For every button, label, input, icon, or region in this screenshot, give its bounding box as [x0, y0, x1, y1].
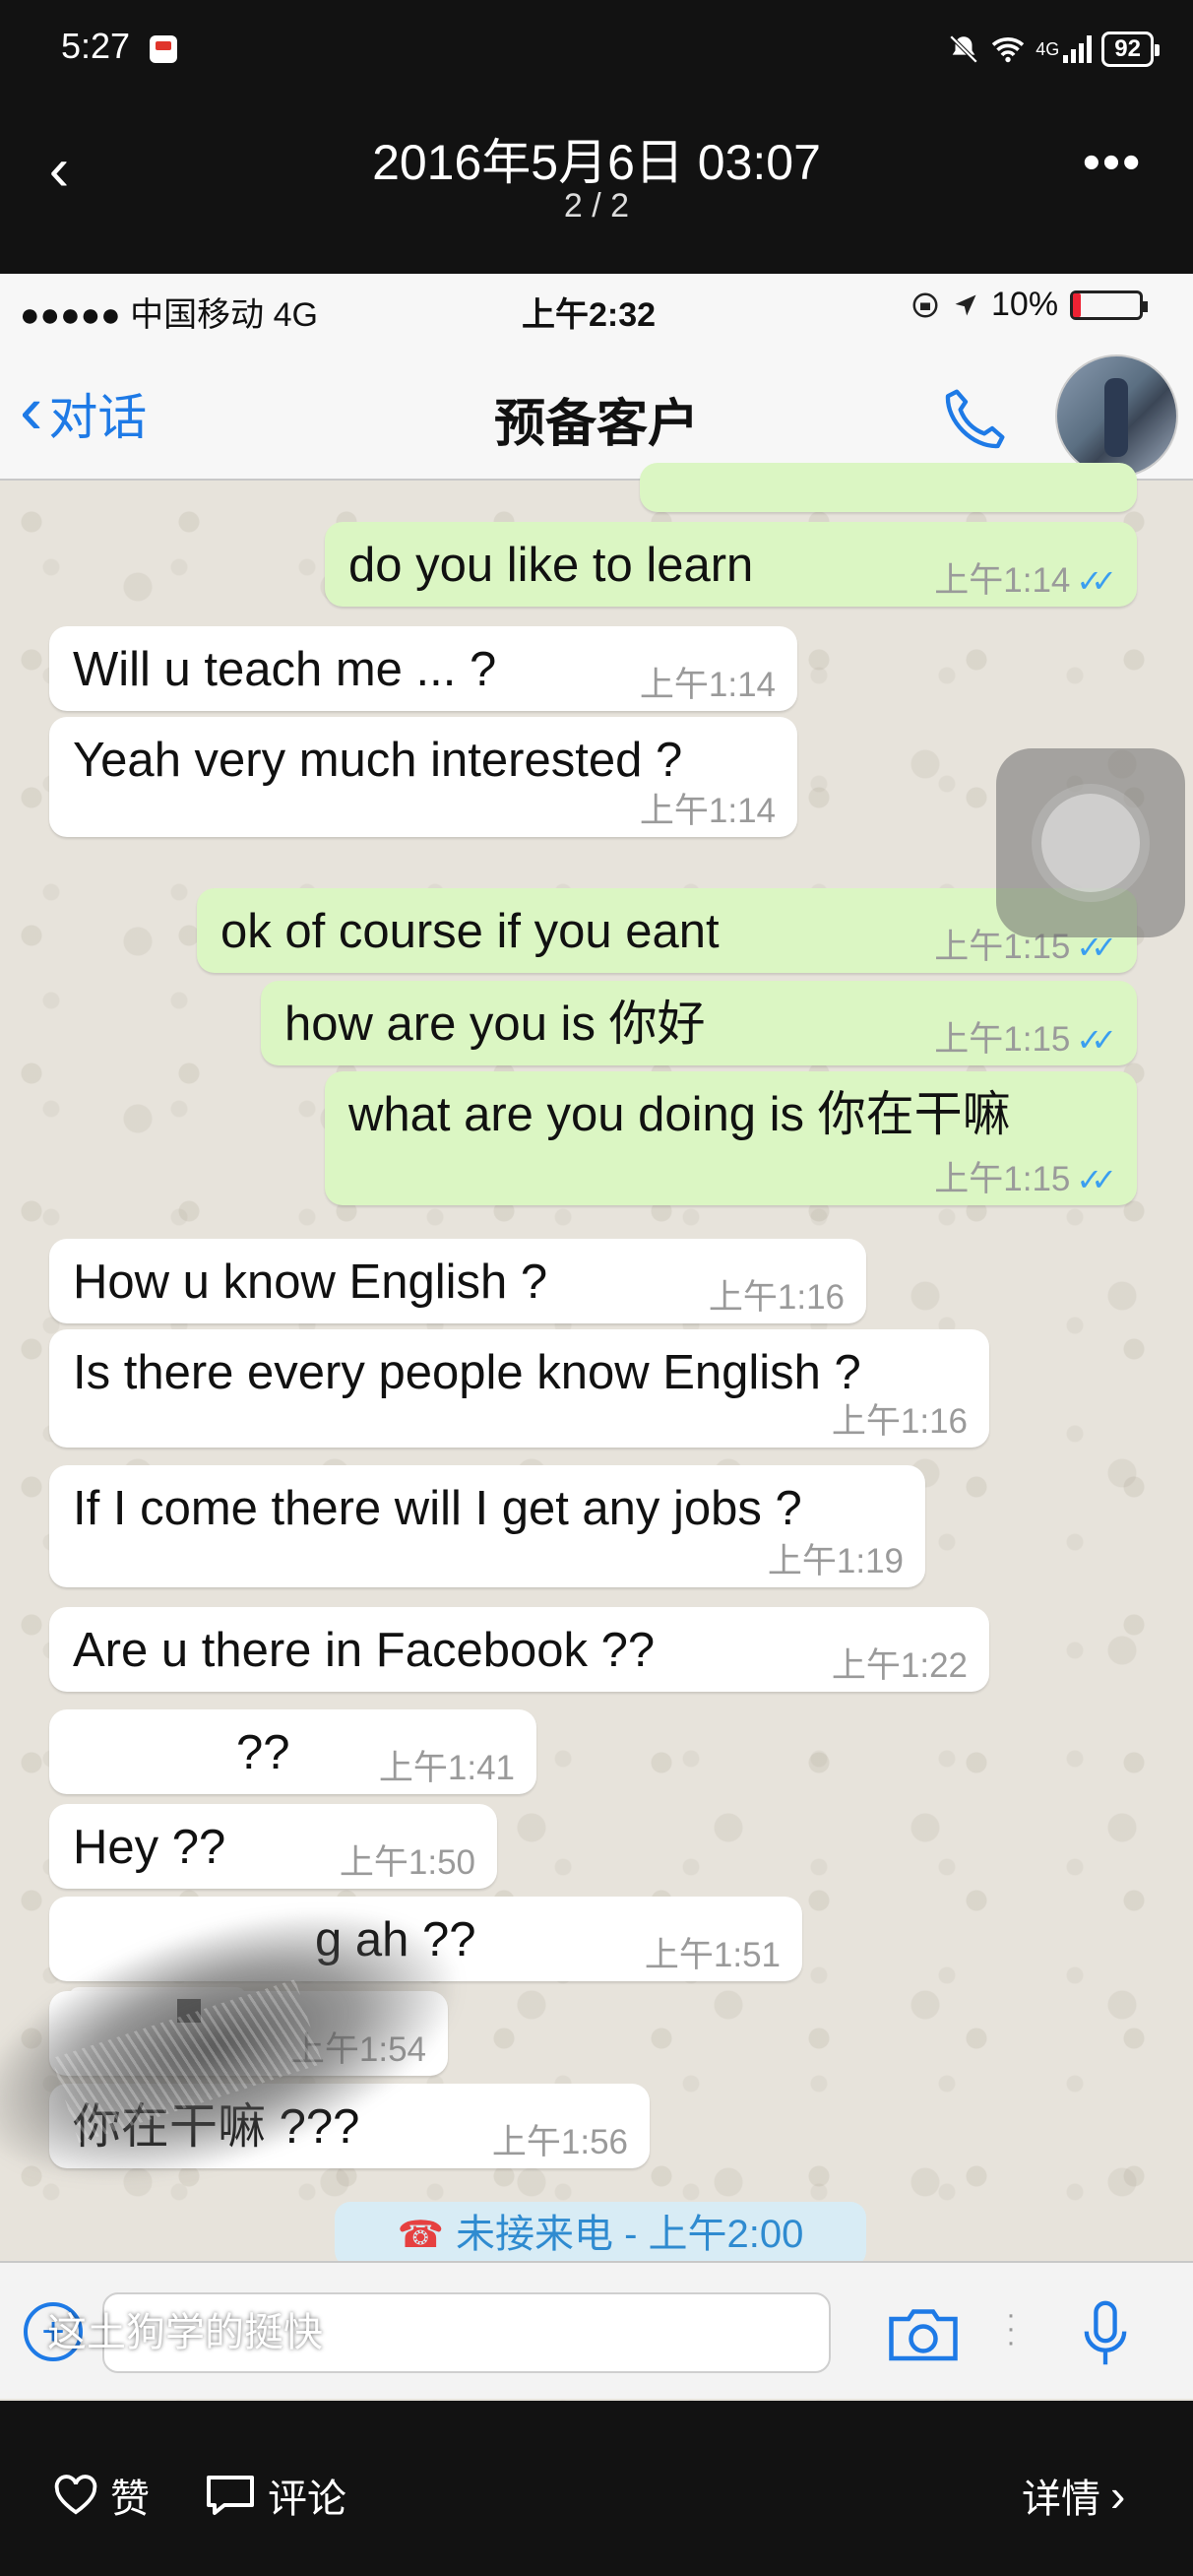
message-text: how are you is 你好: [284, 998, 706, 1051]
message-timestamp: 上午1:41: [378, 1749, 515, 1787]
message-text: ??: [236, 1726, 290, 1779]
message-timestamp: 上午1:16: [831, 1402, 968, 1441]
details-button[interactable]: 详情 ›: [1022, 2467, 1125, 2524]
message-text: How u know English ?: [73, 1256, 548, 1309]
message-time: 上午1:56: [492, 2121, 628, 2164]
comment-overlay-text: 这土狗学的挺快: [47, 2311, 323, 2354]
outgoing-message[interactable]: what are you doing is 你在干嘛上午1:15 ✓✓: [325, 1071, 1137, 1205]
message-text: If I come there will I get any jobs ?: [73, 1482, 802, 1535]
comment-bubble-icon: [207, 2476, 254, 2515]
message-time: 上午1:15 ✓✓: [934, 1018, 1117, 1062]
orientation-lock-icon: [912, 292, 938, 317]
missed-call-icon: ☎: [397, 2215, 444, 2256]
wifi-icon: [992, 37, 1025, 63]
chat-contact-name: 预备客户: [493, 396, 699, 453]
chat-screenshot-photo: ●●●●● 中国移动 4G 上午2:32 10% ‹ 对话 预备客户 do yo…: [0, 274, 1193, 2401]
battery-level: 92: [1114, 35, 1141, 62]
read-ticks-icon: ✓✓: [1076, 563, 1117, 599]
signal-bars-icon: [1063, 35, 1093, 63]
phone-status-bar: 5:27 4G 92: [0, 0, 1193, 98]
missed-call-notice: ☎ 未接来电 - 上午2:00: [335, 2202, 866, 2267]
message-timestamp: 上午1:16: [708, 1278, 845, 1317]
message-timestamp: 上午1:56: [491, 2123, 628, 2161]
message-text: Are u there in Facebook ??: [73, 1624, 656, 1677]
outgoing-message[interactable]: do you like to learn 上午1:14 ✓✓: [325, 522, 1137, 607]
screenshot-battery-label: 10%: [991, 286, 1059, 323]
message-bubble-partial: [640, 463, 1137, 512]
message-time: 上午1:19: [768, 1540, 904, 1583]
location-arrow-icon: [955, 294, 976, 315]
message-timestamp: 上午1:19: [767, 1542, 904, 1580]
message-time: 上午1:16: [709, 1276, 845, 1320]
mute-bell-icon: [950, 34, 978, 64]
message-time: 上午1:16: [832, 1400, 968, 1444]
incoming-message[interactable]: If I come there will I get any jobs ? 上午1…: [49, 1465, 925, 1587]
message-timestamp: 上午1:14: [934, 561, 1071, 600]
read-ticks-icon: ✓✓: [1076, 1162, 1117, 1197]
incoming-message[interactable]: Is there every people know English ? 上午1:…: [49, 1329, 989, 1448]
missed-call-label: 未接来电 - 上午2:00: [455, 2213, 804, 2256]
incoming-message[interactable]: Yeah very much interested ? 上午1:14: [49, 717, 797, 837]
message-time: 上午1:14 ✓✓: [934, 559, 1117, 603]
message-time: 上午1:15 ✓✓: [934, 1158, 1117, 1201]
carrier-label: ●●●●● 中国移动 4G: [20, 296, 318, 334]
photo-page-counter: 2 / 2: [563, 187, 630, 225]
message-timestamp: 上午1:15: [934, 1020, 1071, 1059]
photo-date-title: 2016年5月6日 03:07: [372, 135, 821, 190]
like-label: 赞: [110, 2478, 150, 2521]
message-text: Will u teach me ... ?: [73, 643, 497, 696]
message-timestamp: 上午1:51: [644, 1936, 781, 1974]
chevron-right-icon: ›: [1110, 2470, 1126, 2521]
status-time: 5:27: [61, 26, 131, 66]
outgoing-message[interactable]: how are you is 你好 上午1:15 ✓✓: [261, 981, 1137, 1065]
phone-call-icon[interactable]: [935, 380, 1014, 459]
message-text: Hey ??: [73, 1821, 226, 1874]
read-ticks-icon: ✓✓: [1076, 1022, 1117, 1058]
message-text: ok of course if you eant: [220, 905, 720, 958]
assistive-touch-button[interactable]: [996, 748, 1185, 937]
more-dots-icon[interactable]: •••: [1073, 137, 1152, 197]
contact-avatar[interactable]: [1055, 354, 1178, 478]
message-time: 上午1:14: [640, 790, 776, 833]
screenshot-battery-icon: [1070, 290, 1149, 320]
calendar-notification-icon: [150, 35, 177, 63]
battery-indicator: 92: [1101, 32, 1160, 67]
network-type-label: 4G: [1036, 38, 1060, 59]
chat-nav-bar: ‹ 对话 预备客户: [0, 341, 1193, 481]
microphone-icon[interactable]: [1081, 2298, 1130, 2369]
screenshot-time: 上午2:32: [522, 296, 657, 334]
message-text: Is there every people know English ?: [73, 1346, 861, 1399]
message-time: 上午1:41: [379, 1747, 515, 1790]
message-time: 上午1:51: [645, 1934, 781, 1977]
incoming-message[interactable]: How u know English ? 上午1:16: [49, 1239, 866, 1323]
screenshot-status-bar: ●●●●● 中国移动 4G 上午2:32 10%: [0, 274, 1193, 341]
message-timestamp: 上午1:14: [639, 792, 776, 830]
camera-icon[interactable]: [884, 2304, 963, 2363]
message-time: 上午1:22: [832, 1644, 968, 1688]
incoming-message[interactable]: ?? 上午1:41: [49, 1709, 536, 1794]
message-time: 上午1:14: [640, 664, 776, 707]
incoming-message[interactable]: Will u teach me ... ? 上午1:14: [49, 626, 797, 711]
screenshot-status-icons: 10%: [910, 286, 1149, 324]
message-text: Yeah very much interested ?: [73, 734, 683, 787]
message-text: do you like to learn: [348, 539, 754, 592]
details-label: 详情: [1022, 2478, 1100, 2521]
message-text: what are you doing is 你在干嘛: [348, 1088, 1011, 1141]
heart-icon: [54, 2475, 97, 2515]
incoming-message[interactable]: Are u there in Facebook ?? 上午1:22: [49, 1607, 989, 1692]
bottom-action-bar: [0, 2403, 1193, 2576]
comment-button[interactable]: 评论: [205, 2467, 346, 2524]
screen: 5:27 4G 92 ‹ 2016年5月6日 03:07 2 / 2 ••• ●…: [0, 0, 1193, 2576]
separator-dots-icon: · · ·: [1006, 2298, 1016, 2358]
status-icons: 4G 92: [947, 30, 1160, 69]
message-timestamp: 上午1:15: [934, 1160, 1071, 1198]
comment-label: 评论: [268, 2478, 346, 2521]
message-timestamp: 上午1:14: [639, 666, 776, 704]
message-timestamp: 上午1:22: [831, 1646, 968, 1685]
like-button[interactable]: 赞: [53, 2467, 150, 2524]
